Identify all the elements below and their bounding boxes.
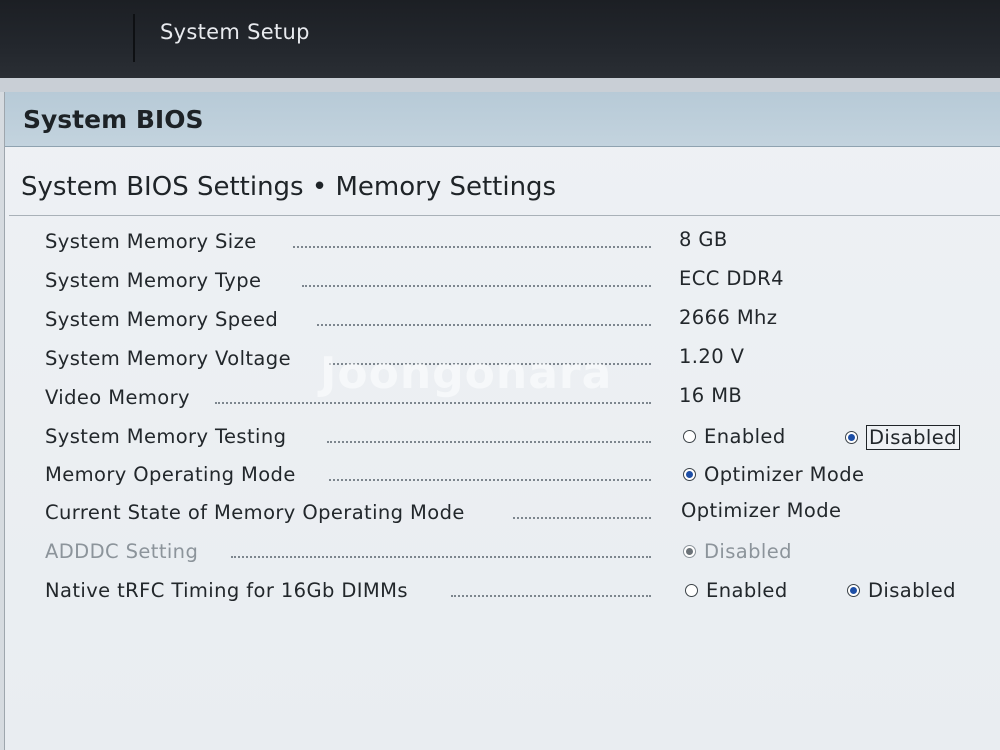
setting-value: 2666 Mhz: [679, 306, 778, 329]
radio-selected-icon: [847, 584, 860, 597]
setting-row-adddc: ADDDC Setting Disabled: [5, 540, 1000, 572]
radio-selected-icon: [845, 431, 858, 444]
setting-label: Video Memory: [45, 386, 190, 409]
setting-row-native-trfc: Native tRFC Timing for 16Gb DIMMs Enable…: [5, 579, 1000, 611]
setting-value: Optimizer Mode: [681, 499, 842, 522]
top-bar: System Setup: [0, 0, 1000, 78]
dotted-leader: [451, 595, 651, 597]
app-title: System Setup: [160, 20, 310, 44]
radio-label: Optimizer Mode: [704, 463, 865, 486]
setting-value: 8 GB: [679, 228, 728, 251]
setting-value: ECC DDR4: [679, 267, 784, 290]
section-title: System BIOS Settings • Memory Settings: [21, 172, 557, 202]
setting-label: Memory Operating Mode: [45, 463, 296, 486]
setting-value: 1.20 V: [679, 345, 745, 368]
radio-unselected-icon: [685, 584, 698, 597]
setting-row-memory-type: System Memory Type ECC DDR4: [5, 267, 1000, 301]
dotted-leader: [513, 517, 651, 519]
setting-label: System Memory Voltage: [45, 347, 291, 370]
setting-row-memory-testing: System Memory Testing Enabled Disabled: [5, 425, 1000, 457]
radio-trfc-enabled[interactable]: Enabled: [685, 579, 788, 602]
radio-trfc-disabled[interactable]: Disabled: [847, 579, 956, 602]
dotted-leader: [215, 402, 651, 404]
setting-label: ADDDC Setting: [45, 540, 199, 563]
setting-label: System Memory Speed: [45, 308, 279, 331]
radio-adddc-disabled: Disabled: [683, 540, 792, 563]
radio-selected-icon: [683, 468, 696, 481]
watermark: Joongonara: [320, 348, 613, 399]
radio-label: Disabled: [868, 579, 956, 602]
dotted-leader: [329, 479, 651, 481]
radio-label: Disabled: [704, 540, 792, 563]
setting-label: Native tRFC Timing for 16Gb DIMMs: [45, 579, 408, 602]
radio-selected-icon: [683, 545, 696, 558]
radio-optimizer-mode[interactable]: Optimizer Mode: [683, 463, 864, 486]
radio-label: Enabled: [704, 425, 786, 448]
setting-label: System Memory Type: [45, 269, 262, 292]
dotted-leader: [317, 324, 651, 326]
setting-value: 16 MB: [679, 384, 743, 407]
panel-title: System BIOS: [23, 105, 204, 134]
setting-row-memory-size: System Memory Size 8 GB: [5, 228, 1000, 262]
setting-label: Current State of Memory Operating Mode: [45, 501, 465, 524]
setting-row-memory-speed: System Memory Speed 2666 Mhz: [5, 306, 1000, 340]
section-divider: [9, 215, 1000, 216]
radio-label: Enabled: [706, 579, 788, 602]
topbar-divider: [133, 14, 135, 62]
dotted-leader: [302, 285, 651, 287]
dotted-leader: [293, 246, 651, 248]
setting-row-operating-mode: Memory Operating Mode Optimizer Mode: [5, 463, 1000, 495]
panel-header: System BIOS: [5, 92, 1000, 147]
dotted-leader: [327, 441, 651, 443]
dotted-leader: [231, 556, 651, 558]
setting-row-current-operating-mode: Current State of Memory Operating Mode O…: [5, 499, 1000, 533]
radio-label-focused: Disabled: [866, 425, 960, 450]
topbar-gap: [0, 78, 1000, 92]
radio-unselected-icon: [683, 430, 696, 443]
bios-panel: System BIOS System BIOS Settings • Memor…: [4, 92, 1000, 750]
setting-label: System Memory Testing: [45, 425, 287, 448]
setting-label: System Memory Size: [45, 230, 257, 253]
radio-memory-testing-disabled[interactable]: Disabled: [845, 425, 960, 450]
radio-memory-testing-enabled[interactable]: Enabled: [683, 425, 786, 448]
